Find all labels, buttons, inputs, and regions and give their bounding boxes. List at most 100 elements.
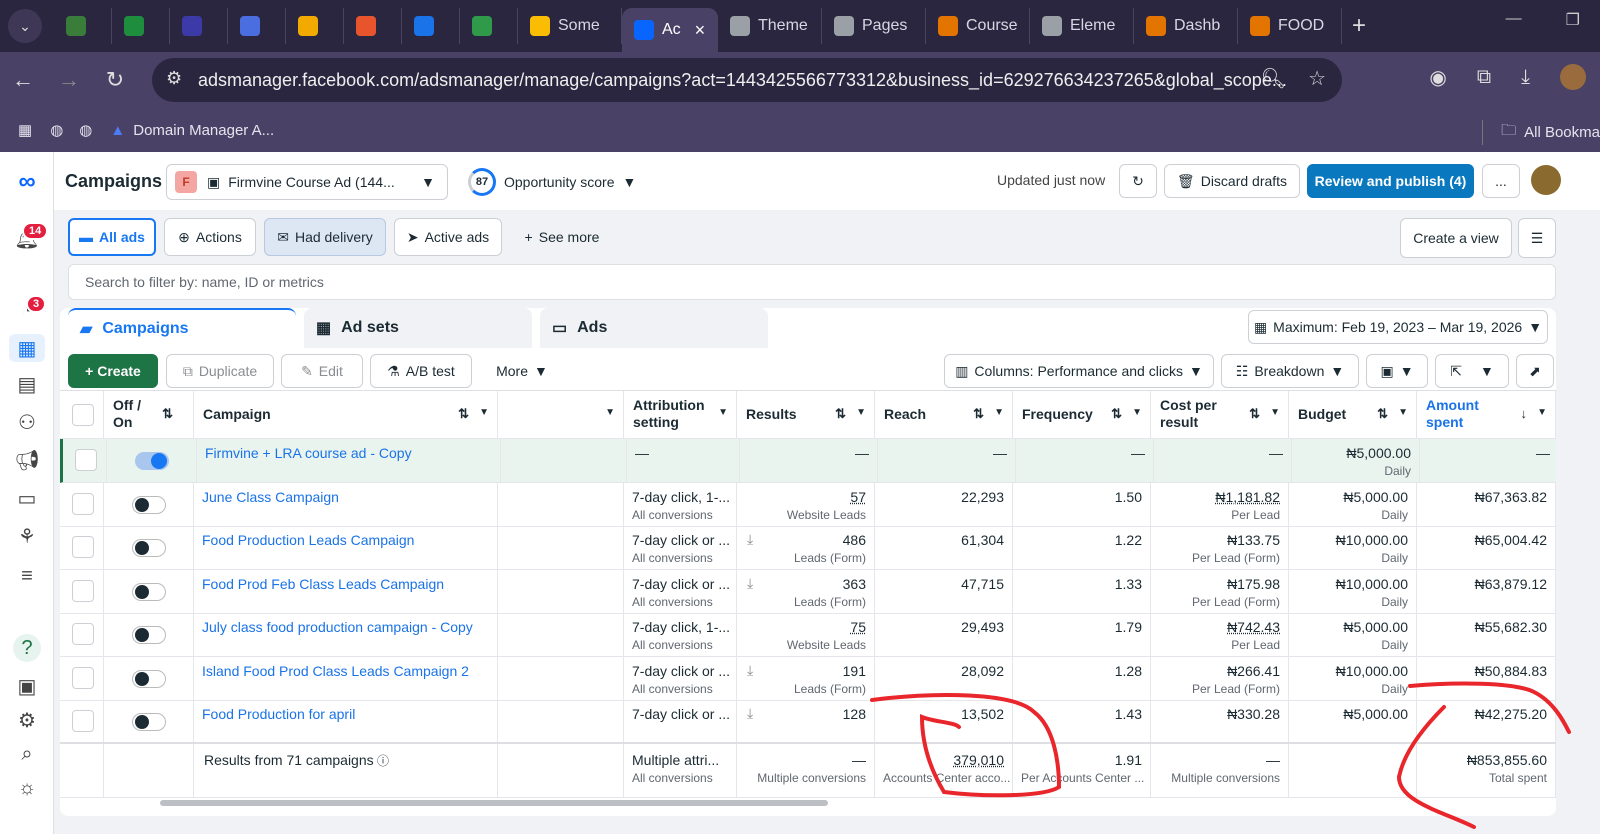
browser-tab[interactable]	[54, 8, 112, 44]
all-ads-filter[interactable]: ▬ All ads	[68, 218, 156, 256]
breakdown-dropdown[interactable]: ☷ Breakdown ▼	[1221, 354, 1359, 388]
column-label[interactable]: Results	[746, 406, 834, 423]
sort-icon[interactable]: ⇅	[1111, 406, 1122, 422]
sort-icon[interactable]: ⇅	[162, 406, 173, 422]
more-options-button[interactable]: ...	[1482, 164, 1520, 198]
browser-tab[interactable]	[170, 8, 228, 44]
row-checkbox[interactable]	[72, 666, 94, 689]
apps-icon[interactable]: ▦	[18, 121, 32, 139]
tab-ad-sets[interactable]: ▦ Ad sets	[304, 308, 532, 348]
news-icon[interactable]: ▣	[13, 672, 41, 700]
table-row[interactable]: Food Production Leads Campaign 7-day clic…	[60, 526, 1556, 570]
column-label[interactable]: Attribution setting	[633, 397, 705, 431]
row-checkbox[interactable]	[72, 492, 94, 515]
campaigns-table-icon[interactable]: ▦	[9, 334, 45, 362]
horizontal-scrollbar[interactable]	[160, 800, 828, 806]
site-info-icon[interactable]: ⚙	[166, 68, 182, 89]
chevron-down-icon[interactable]: ▼	[1270, 407, 1280, 418]
new-tab-button[interactable]: +	[1352, 12, 1366, 40]
cell-value[interactable]: July class food production campaign - Co…	[202, 619, 473, 635]
user-avatar[interactable]	[1531, 165, 1561, 195]
menu-icon[interactable]: ≡	[13, 562, 41, 590]
actions-filter[interactable]: ⊕ Actions	[164, 218, 256, 256]
column-label[interactable]: Reach	[884, 406, 972, 423]
table-row[interactable]: Food Prod Feb Class Leads Campaign 7-day …	[60, 569, 1556, 614]
column-label[interactable]: Budget	[1298, 406, 1376, 423]
table-row[interactable]: Firmvine + LRA course ad - Copy — — — — — ₦5,0…	[60, 439, 1556, 483]
forward-icon[interactable]: →	[46, 67, 92, 93]
browser-tab[interactable]: Theme	[718, 8, 822, 44]
browser-tab[interactable]	[228, 8, 286, 44]
chevron-down-icon[interactable]: ▼	[605, 407, 615, 418]
row-checkbox[interactable]	[72, 536, 94, 558]
browser-tab[interactable]	[402, 8, 460, 44]
row-checkbox[interactable]	[72, 623, 94, 645]
columns-dropdown[interactable]: ▥ Columns: Performance and clicks ▼	[944, 354, 1214, 388]
settings-icon[interactable]: ⚙	[13, 706, 41, 734]
sort-icon[interactable]: ⇅	[1377, 406, 1388, 422]
puzzle-icon[interactable]: ⧉	[1477, 66, 1491, 89]
review-publish-button[interactable]: Review and publish (4)	[1307, 164, 1474, 198]
column-label[interactable]: Cost per result	[1160, 397, 1248, 431]
meta-logo-icon[interactable]: ∞	[13, 168, 41, 196]
chevron-down-icon[interactable]: ▼	[1398, 407, 1408, 418]
table-row[interactable]: June Class Campaign 7-day click, 1-... All…	[60, 482, 1556, 527]
browser-tab[interactable]	[112, 8, 170, 44]
discard-drafts-button[interactable]: 🗑︎ Discard drafts	[1164, 164, 1300, 198]
cell-value[interactable]: Firmvine + LRA course ad - Copy	[205, 445, 412, 461]
campaign-toggle[interactable]	[132, 495, 166, 514]
audiences-icon[interactable]: ⚇	[13, 408, 41, 436]
row-checkbox[interactable]	[72, 579, 94, 602]
all-bookmarks[interactable]: 🗀 All Bookma	[1482, 120, 1600, 145]
column-label[interactable]: Campaign	[203, 406, 457, 423]
globe-icon[interactable]: ◍	[79, 121, 92, 139]
had-delivery-filter[interactable]: ✉ Had delivery	[264, 218, 386, 256]
sort-icon[interactable]: ⇅	[973, 406, 984, 422]
browser-tab[interactable]	[286, 8, 344, 44]
active-ads-filter[interactable]: ➤ Active ads	[394, 218, 502, 256]
billing-icon[interactable]: ▭	[13, 484, 41, 512]
more-dropdown[interactable]: More ▼	[482, 354, 562, 388]
bookmark-domain-manager[interactable]: ▲ Domain Manager A...	[110, 122, 274, 139]
row-checkbox[interactable]	[72, 710, 94, 732]
create-view-button[interactable]: Create a view	[1400, 218, 1512, 258]
chevron-down-icon[interactable]: ▼	[1537, 407, 1547, 418]
opportunity-score[interactable]: 87 Opportunity score ▼	[468, 168, 636, 196]
campaign-toggle[interactable]	[135, 452, 169, 470]
restore-icon[interactable]: ❐	[1566, 10, 1580, 30]
ab-test-button[interactable]: ⚗ A/B test	[370, 354, 472, 388]
close-icon[interactable]: ×	[695, 20, 706, 41]
export-dropdown[interactable]: ⇱ ▼	[1435, 354, 1509, 388]
campaign-toggle[interactable]	[132, 539, 166, 557]
chevron-down-icon[interactable]: ▼	[1132, 407, 1142, 418]
browser-tab[interactable]: Eleme	[1030, 8, 1134, 44]
browser-tab[interactable]: Pages	[822, 8, 926, 44]
filter-settings-button[interactable]: ☰	[1518, 218, 1556, 258]
table-row[interactable]: Island Food Prod Class Leads Campaign 2 7…	[60, 656, 1556, 701]
globe-icon[interactable]: ◍	[50, 121, 63, 139]
column-label[interactable]: Off / On	[113, 397, 153, 431]
browser-tab[interactable]: Course	[926, 8, 1030, 44]
download-icon[interactable]: ⤓	[747, 662, 753, 679]
chevron-down-icon[interactable]: ▼	[479, 407, 489, 418]
tab-campaigns[interactable]: ▰ Campaigns	[68, 308, 296, 348]
browser-tab[interactable]: Some	[518, 8, 622, 44]
search-input[interactable]: Search to filter by: name, ID or metrics	[68, 264, 1556, 300]
url-field[interactable]: ⚙ adsmanager.facebook.com/adsmanager/man…	[152, 58, 1342, 102]
zoom-icon[interactable]: 🔍︎	[1261, 66, 1286, 91]
tab-search-button[interactable]: ⌄	[8, 9, 42, 43]
browser-tab[interactable]	[460, 8, 518, 44]
reload-icon[interactable]: ↻	[92, 67, 138, 93]
browser-tab[interactable]: Ac ×	[622, 8, 718, 52]
megaphone-icon[interactable]: 📢︎	[13, 446, 41, 474]
info-icon[interactable]: ⓘ	[374, 754, 389, 768]
reports-icon[interactable]: ▤	[13, 370, 41, 398]
network-icon[interactable]: ⚘	[13, 522, 41, 550]
charts-button[interactable]: ⬈	[1516, 354, 1554, 388]
cell-value[interactable]: Food Production for april	[202, 706, 355, 722]
cell-value[interactable]: Island Food Prod Class Leads Campaign 2	[202, 663, 469, 679]
duplicate-button[interactable]: ⧉ Duplicate	[166, 354, 274, 388]
back-icon[interactable]: ←	[0, 67, 46, 93]
cell-value[interactable]: Food Production Leads Campaign	[202, 532, 414, 548]
account-selector[interactable]: F ▣ Firmvine Course Ad (144... ▼	[166, 164, 448, 200]
